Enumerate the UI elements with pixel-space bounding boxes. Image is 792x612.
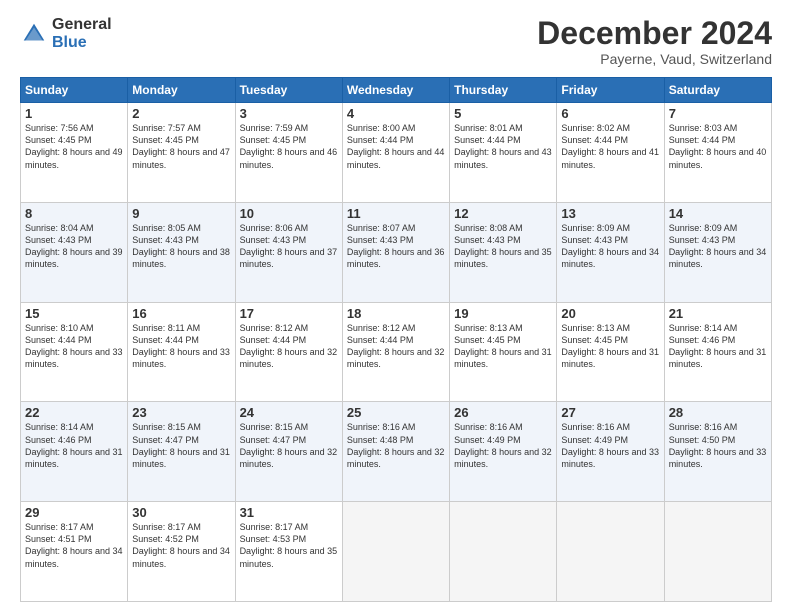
logo: General Blue bbox=[20, 16, 112, 51]
day-9: 9 Sunrise: 8:05 AMSunset: 4:43 PMDayligh… bbox=[128, 202, 235, 302]
month-title: December 2024 bbox=[537, 16, 772, 51]
logo-text: General Blue bbox=[52, 16, 112, 51]
logo-blue: Blue bbox=[52, 34, 112, 52]
day-8: 8 Sunrise: 8:04 AMSunset: 4:43 PMDayligh… bbox=[21, 202, 128, 302]
page: General Blue December 2024 Payerne, Vaud… bbox=[0, 0, 792, 612]
day-6: 6 Sunrise: 8:02 AMSunset: 4:44 PMDayligh… bbox=[557, 103, 664, 203]
day-22: 22 Sunrise: 8:14 AMSunset: 4:46 PMDaylig… bbox=[21, 402, 128, 502]
day-18: 18 Sunrise: 8:12 AMSunset: 4:44 PMDaylig… bbox=[342, 302, 449, 402]
day-25: 25 Sunrise: 8:16 AMSunset: 4:48 PMDaylig… bbox=[342, 402, 449, 502]
calendar: Sunday Monday Tuesday Wednesday Thursday… bbox=[20, 77, 772, 602]
col-tuesday: Tuesday bbox=[235, 78, 342, 103]
day-17: 17 Sunrise: 8:12 AMSunset: 4:44 PMDaylig… bbox=[235, 302, 342, 402]
day-26: 26 Sunrise: 8:16 AMSunset: 4:49 PMDaylig… bbox=[450, 402, 557, 502]
col-sunday: Sunday bbox=[21, 78, 128, 103]
week-row-5: 29 Sunrise: 8:17 AMSunset: 4:51 PMDaylig… bbox=[21, 502, 772, 602]
day-16: 16 Sunrise: 8:11 AMSunset: 4:44 PMDaylig… bbox=[128, 302, 235, 402]
day-7: 7 Sunrise: 8:03 AMSunset: 4:44 PMDayligh… bbox=[664, 103, 771, 203]
day-27: 27 Sunrise: 8:16 AMSunset: 4:49 PMDaylig… bbox=[557, 402, 664, 502]
day-empty-2 bbox=[450, 502, 557, 602]
day-21: 21 Sunrise: 8:14 AMSunset: 4:46 PMDaylig… bbox=[664, 302, 771, 402]
header: General Blue December 2024 Payerne, Vaud… bbox=[20, 16, 772, 67]
day-3: 3 Sunrise: 7:59 AMSunset: 4:45 PMDayligh… bbox=[235, 103, 342, 203]
title-block: December 2024 Payerne, Vaud, Switzerland bbox=[537, 16, 772, 67]
day-empty-1 bbox=[342, 502, 449, 602]
calendar-header-row: Sunday Monday Tuesday Wednesday Thursday… bbox=[21, 78, 772, 103]
day-29: 29 Sunrise: 8:17 AMSunset: 4:51 PMDaylig… bbox=[21, 502, 128, 602]
day-12: 12 Sunrise: 8:08 AMSunset: 4:43 PMDaylig… bbox=[450, 202, 557, 302]
day-5: 5 Sunrise: 8:01 AMSunset: 4:44 PMDayligh… bbox=[450, 103, 557, 203]
day-1: 1 Sunrise: 7:56 AMSunset: 4:45 PMDayligh… bbox=[21, 103, 128, 203]
day-30: 30 Sunrise: 8:17 AMSunset: 4:52 PMDaylig… bbox=[128, 502, 235, 602]
day-15: 15 Sunrise: 8:10 AMSunset: 4:44 PMDaylig… bbox=[21, 302, 128, 402]
day-10: 10 Sunrise: 8:06 AMSunset: 4:43 PMDaylig… bbox=[235, 202, 342, 302]
week-row-3: 15 Sunrise: 8:10 AMSunset: 4:44 PMDaylig… bbox=[21, 302, 772, 402]
col-saturday: Saturday bbox=[664, 78, 771, 103]
week-row-1: 1 Sunrise: 7:56 AMSunset: 4:45 PMDayligh… bbox=[21, 103, 772, 203]
col-thursday: Thursday bbox=[450, 78, 557, 103]
day-14: 14 Sunrise: 8:09 AMSunset: 4:43 PMDaylig… bbox=[664, 202, 771, 302]
day-20: 20 Sunrise: 8:13 AMSunset: 4:45 PMDaylig… bbox=[557, 302, 664, 402]
day-empty-4 bbox=[664, 502, 771, 602]
week-row-4: 22 Sunrise: 8:14 AMSunset: 4:46 PMDaylig… bbox=[21, 402, 772, 502]
day-empty-3 bbox=[557, 502, 664, 602]
logo-general: General bbox=[52, 16, 112, 34]
location: Payerne, Vaud, Switzerland bbox=[537, 51, 772, 67]
week-row-2: 8 Sunrise: 8:04 AMSunset: 4:43 PMDayligh… bbox=[21, 202, 772, 302]
day-13: 13 Sunrise: 8:09 AMSunset: 4:43 PMDaylig… bbox=[557, 202, 664, 302]
day-4: 4 Sunrise: 8:00 AMSunset: 4:44 PMDayligh… bbox=[342, 103, 449, 203]
day-2: 2 Sunrise: 7:57 AMSunset: 4:45 PMDayligh… bbox=[128, 103, 235, 203]
day-24: 24 Sunrise: 8:15 AMSunset: 4:47 PMDaylig… bbox=[235, 402, 342, 502]
day-19: 19 Sunrise: 8:13 AMSunset: 4:45 PMDaylig… bbox=[450, 302, 557, 402]
day-23: 23 Sunrise: 8:15 AMSunset: 4:47 PMDaylig… bbox=[128, 402, 235, 502]
col-wednesday: Wednesday bbox=[342, 78, 449, 103]
day-28: 28 Sunrise: 8:16 AMSunset: 4:50 PMDaylig… bbox=[664, 402, 771, 502]
day-31: 31 Sunrise: 8:17 AMSunset: 4:53 PMDaylig… bbox=[235, 502, 342, 602]
col-friday: Friday bbox=[557, 78, 664, 103]
logo-icon bbox=[20, 20, 48, 48]
col-monday: Monday bbox=[128, 78, 235, 103]
day-11: 11 Sunrise: 8:07 AMSunset: 4:43 PMDaylig… bbox=[342, 202, 449, 302]
